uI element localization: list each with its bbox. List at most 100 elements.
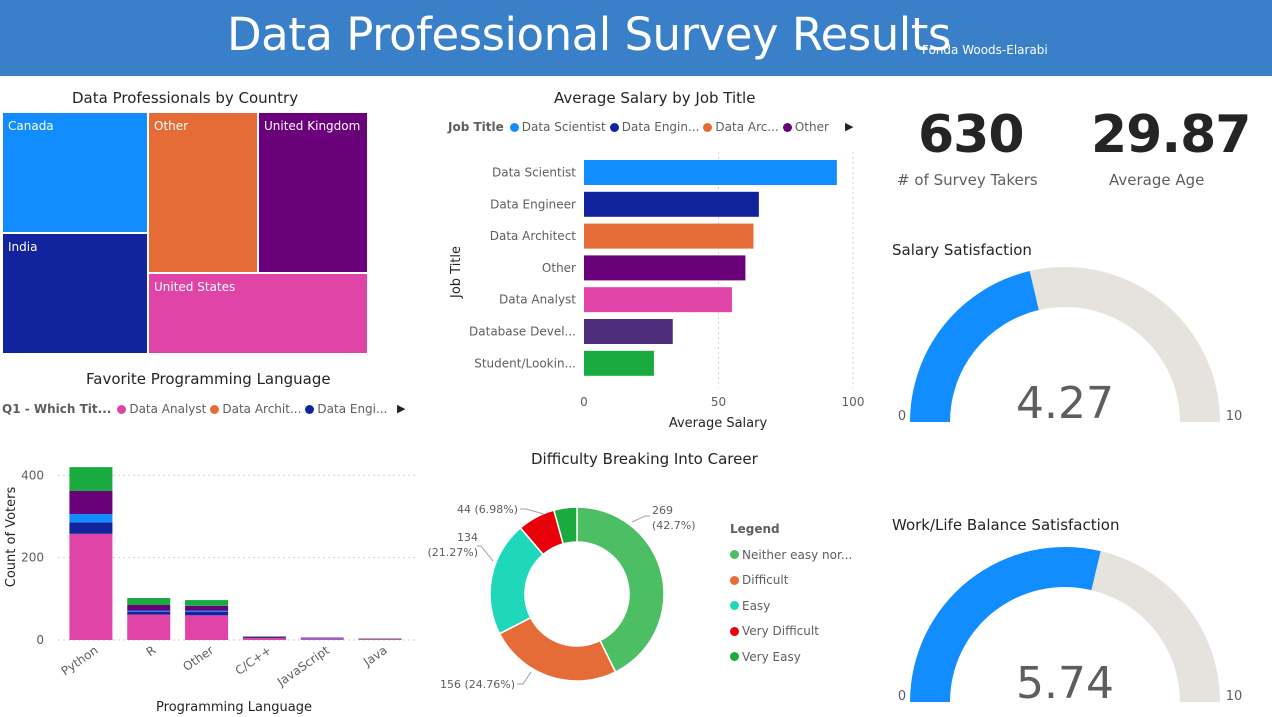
- treemap-cell-canada[interactable]: Canada: [2, 112, 148, 233]
- data-label: 156 (24.76%): [440, 678, 515, 691]
- stacked-bar-segment: [69, 522, 113, 534]
- average-age-value: 29.87: [1091, 105, 1251, 165]
- stacked-bar-segment: [69, 467, 113, 491]
- treemap-cell-united-states[interactable]: United States: [148, 273, 368, 354]
- salary-bar: [584, 350, 654, 376]
- legend-label: Neither easy nor...: [742, 547, 853, 562]
- stacked-bar-segment: [242, 636, 286, 638]
- legend-dot: [609, 122, 619, 132]
- legend-item[interactable]: Neither easy nor...: [730, 542, 852, 568]
- y-axis-title: Count of Voters: [4, 487, 19, 588]
- category-label: Data Engineer: [490, 197, 576, 211]
- header-bar: Data Professional Survey Results Fonda W…: [0, 0, 1272, 76]
- label-leader-line: [477, 545, 494, 562]
- stacked-bar-segment: [69, 514, 113, 523]
- category-label: Data Architect: [490, 229, 577, 243]
- treemap-label: United States: [154, 280, 236, 294]
- y-tick-label: 0: [36, 633, 44, 647]
- legend-dot: [730, 550, 739, 560]
- stacked-bar-segment: [300, 638, 344, 640]
- x-axis-title: Average Salary: [669, 416, 768, 431]
- author-name: Fonda Woods-Elarabi: [922, 43, 1048, 57]
- stacked-bar-segment: [127, 605, 171, 611]
- legend-dot: [117, 404, 127, 414]
- stacked-bar-segment: [242, 637, 286, 640]
- salary-satisfaction-title: Salary Satisfaction: [892, 241, 1032, 259]
- salary-bar: [584, 223, 754, 249]
- x-tick-label: C/C++: [233, 643, 275, 678]
- salary-bar: [584, 255, 746, 281]
- legend-label: Data Analyst: [129, 402, 207, 416]
- legend-dot: [509, 122, 519, 132]
- legend-item[interactable]: Very Easy: [730, 644, 852, 670]
- difficulty-legend: Legend Neither easy nor... Difficult Eas…: [730, 522, 852, 670]
- salary-bar: [584, 287, 732, 313]
- data-label: 44 (6.98%): [457, 503, 518, 516]
- legend-item[interactable]: Data Engin...: [609, 120, 700, 134]
- survey-takers-value: 630: [918, 105, 1025, 165]
- x-tick-label: Python: [59, 643, 101, 678]
- legend-item[interactable]: Data Engi...: [305, 402, 387, 416]
- stacked-bar-segment: [69, 533, 113, 640]
- legend-label: Difficult: [742, 573, 789, 588]
- gauge-min-label: 0: [898, 409, 906, 424]
- legend-item[interactable]: Difficult: [730, 568, 852, 594]
- category-label: Student/Lookin...: [474, 356, 576, 370]
- legend-item[interactable]: Data Scientist: [509, 120, 606, 134]
- legend-label: Data Engin...: [621, 120, 700, 134]
- legend-item[interactable]: Data Arc...: [703, 120, 779, 134]
- legend-item[interactable]: Very Difficult: [730, 619, 852, 645]
- salary-satisfaction-gauge: 4.27 0 10: [898, 267, 1243, 429]
- treemap-label: Other: [154, 119, 189, 133]
- legend-item[interactable]: Data Archit...: [210, 402, 301, 416]
- x-tick-label: 50: [711, 395, 726, 409]
- data-label: 134: [457, 531, 478, 544]
- legend-label: Easy: [742, 598, 771, 613]
- gauge-max-label: 10: [1226, 409, 1243, 424]
- language-chart-title: Favorite Programming Language: [86, 370, 331, 388]
- work-life-gauge: 5.74 0 10: [898, 547, 1243, 709]
- category-label: Data Analyst: [499, 293, 576, 307]
- legend-dot: [703, 122, 713, 132]
- legend-label: Other: [794, 120, 829, 134]
- treemap-cell-united-kingdom[interactable]: United Kingdom: [258, 112, 368, 273]
- legend-label: Data Arc...: [715, 120, 779, 134]
- treemap-label: India: [8, 240, 38, 254]
- legend-label: Data Archit...: [222, 402, 302, 416]
- legend-label: Data Scientist: [521, 120, 606, 134]
- legend-label: Very Easy: [742, 649, 801, 664]
- stacked-bar-segment: [127, 598, 171, 606]
- y-tick-label: 400: [21, 468, 44, 482]
- legend-title: Legend: [730, 522, 780, 536]
- legend-item[interactable]: Data Analyst: [117, 402, 206, 416]
- y-tick-label: 200: [21, 551, 44, 565]
- category-label: Database Devel...: [469, 325, 576, 339]
- legend-dot: [782, 122, 792, 132]
- legend-dot: [730, 652, 739, 662]
- legend-next-arrow-icon[interactable]: ▶: [397, 402, 405, 415]
- legend-dot: [730, 601, 739, 611]
- difficulty-chart-title: Difficulty Breaking Into Career: [531, 450, 758, 468]
- stacked-bar-segment: [185, 615, 229, 640]
- treemap-cell-other[interactable]: Other: [148, 112, 258, 273]
- treemap-cell-india[interactable]: India: [2, 233, 148, 354]
- legend-item[interactable]: Other: [782, 120, 829, 134]
- x-tick-label: JavaScript: [274, 643, 332, 690]
- legend-dot: [730, 575, 739, 585]
- x-tick-label: 100: [842, 395, 865, 409]
- gauge-min-label: 0: [898, 689, 906, 704]
- legend-dot: [730, 626, 739, 636]
- legend-next-arrow-icon[interactable]: ▶: [845, 120, 853, 133]
- data-label: (42.7%): [652, 519, 696, 532]
- data-label: (21.27%): [427, 546, 478, 559]
- gauge-max-label: 10: [1226, 689, 1243, 704]
- label-leader-line: [517, 671, 532, 685]
- salary-legend: Job Title Data Scientist Data Engin... D…: [448, 120, 833, 134]
- gauge-value-label: 4.27: [1016, 378, 1114, 429]
- salary-chart-title: Average Salary by Job Title: [554, 89, 756, 107]
- legend-item[interactable]: Easy: [730, 593, 852, 619]
- donut-slice: [498, 616, 617, 682]
- page-title: Data Professional Survey Results: [227, 8, 951, 61]
- y-axis-title: Job Title: [449, 246, 464, 299]
- data-label: 269: [652, 504, 673, 517]
